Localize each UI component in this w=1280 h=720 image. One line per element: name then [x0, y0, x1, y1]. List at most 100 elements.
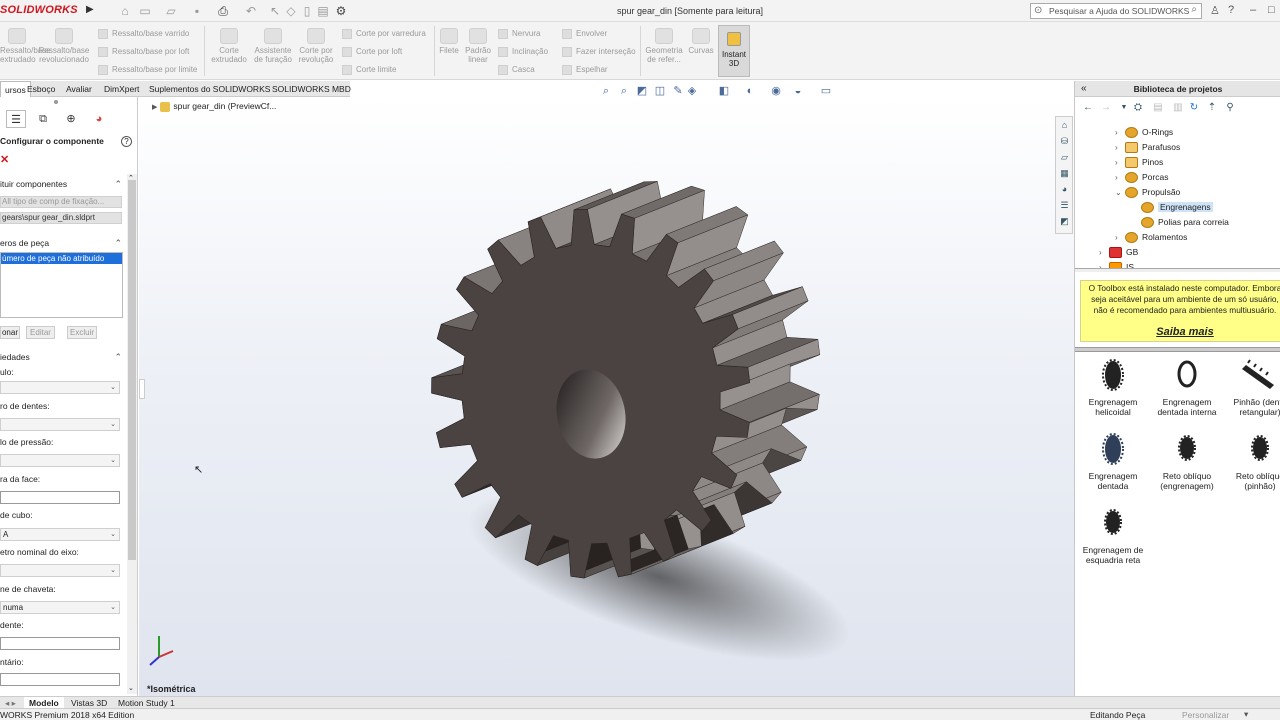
tree-item-is[interactable]: › IS	[1075, 260, 1280, 268]
forward-icon[interactable]: →	[1099, 101, 1113, 115]
library-item-miter-gear[interactable]: Engrenagem de esquadria reta	[1078, 507, 1148, 565]
collapse-pane-icon[interactable]: «	[1081, 81, 1087, 97]
new-document-icon[interactable]: ▭	[138, 4, 152, 18]
open-folder-icon[interactable]: ▱	[164, 4, 178, 18]
restore-icon[interactable]: □	[1268, 4, 1275, 16]
expand-icon[interactable]: ›	[1099, 245, 1109, 260]
zoom-to-fit-icon[interactable]: ⌕	[598, 83, 614, 99]
tree-item-nuts[interactable]: › Porcas	[1075, 170, 1280, 185]
section-header-part-numbers[interactable]: eros de peça ⌃	[0, 236, 126, 250]
minimize-icon[interactable]: –	[1250, 4, 1256, 16]
add-file-location-icon[interactable]: ▤	[1151, 101, 1165, 115]
lofted-boss-button[interactable]: Ressalto/base por loft	[98, 43, 189, 61]
apply-scene-icon[interactable]: ◒	[790, 83, 806, 99]
configuration-manager-icon[interactable]: ⧉	[33, 110, 53, 128]
select-icon[interactable]: ↖	[268, 4, 282, 18]
zoom-area-icon[interactable]: ⌕	[616, 83, 632, 99]
curves-button[interactable]: Curvas	[686, 28, 716, 55]
intersect-button[interactable]: Fazer interseção	[562, 43, 636, 61]
tree-item-screws[interactable]: › Parafusos	[1075, 140, 1280, 155]
module-select[interactable]: ⌄	[0, 381, 120, 394]
section-view-icon[interactable]: ◫	[652, 83, 668, 99]
view-orientation-icon[interactable]: ◈	[684, 83, 700, 99]
library-item-internal-gear[interactable]: Engrenagem dentada interna	[1152, 359, 1222, 417]
user-icon[interactable]: ♙	[1210, 4, 1220, 17]
lofted-cut-button[interactable]: Corte por loft	[342, 43, 402, 61]
resources-home-icon[interactable]: ⌂	[1058, 119, 1071, 132]
save-icon[interactable]: ▪	[190, 4, 204, 18]
graphics-area[interactable]: ↖	[139, 97, 1074, 696]
edit-button[interactable]: Editar	[26, 326, 55, 339]
status-options-icon[interactable]: ▾	[1244, 709, 1248, 720]
tooth-name-input[interactable]	[0, 637, 120, 650]
refresh-icon[interactable]: ↻	[1187, 101, 1201, 115]
draft-button[interactable]: Inclinação	[498, 43, 548, 61]
section-header-properties[interactable]: iedades ⌃	[0, 350, 126, 364]
expand-icon[interactable]: ›	[1115, 140, 1125, 155]
section-header-components[interactable]: ituir componentes ⌃	[0, 177, 126, 191]
boss-revolve-button[interactable]: Ressalto/base revolucionado	[36, 28, 92, 64]
options-gear-icon[interactable]: ⚙	[334, 4, 348, 18]
list-item-selected[interactable]: úmero de peça não atribuído	[1, 253, 122, 264]
tab-addins[interactable]: Suplementos do SOLIDWORKS	[145, 81, 274, 97]
reference-geometry-button[interactable]: Geometria de refer...	[642, 28, 686, 64]
face-width-input[interactable]	[0, 491, 120, 504]
scroll-down-icon[interactable]: ⌄	[128, 684, 134, 692]
design-library-icon[interactable]: ⛁	[1058, 135, 1071, 148]
library-item-rack[interactable]: Pinhão (denta retangular)	[1225, 359, 1280, 417]
view-settings-icon[interactable]: ▭	[818, 83, 834, 99]
learn-more-link[interactable]: Saiba mais	[1080, 326, 1280, 338]
cancel-close-icon[interactable]: ✕	[0, 153, 9, 166]
panel-scrollbar[interactable]: ⌃ ⌄	[127, 174, 137, 694]
hide-show-icon[interactable]: ◐	[742, 83, 758, 99]
keyway-select[interactable]: numa ⌄	[0, 601, 120, 614]
dimxpert-manager-icon[interactable]: ⊕	[61, 110, 81, 128]
teeth-select[interactable]: ⌄	[0, 418, 120, 431]
fillet-button[interactable]: Filete	[436, 28, 462, 55]
comment-input[interactable]	[0, 673, 120, 686]
expand-icon[interactable]: ›	[1099, 260, 1109, 268]
delete-button[interactable]: Excluir	[67, 326, 97, 339]
scrollbar-thumb[interactable]	[128, 180, 136, 560]
fastener-type-field[interactable]: All tipo de comp de fixação...	[0, 196, 122, 208]
pressure-angle-select[interactable]: ⌄	[0, 454, 120, 467]
edit-appearance-icon[interactable]: ◉	[768, 83, 784, 99]
hub-style-select[interactable]: A ⌄	[0, 528, 120, 541]
property-manager-icon[interactable]: ☰	[6, 110, 26, 128]
expand-icon[interactable]: ›	[1115, 155, 1125, 170]
pane-splitter[interactable]	[1075, 347, 1280, 352]
gear-model[interactable]	[139, 97, 1074, 696]
custom-properties-icon[interactable]: ☰	[1058, 199, 1071, 212]
tree-item-gb[interactable]: › GB	[1075, 245, 1280, 260]
tree-item-bearings[interactable]: › Rolamentos	[1075, 230, 1280, 245]
traffic-light-icon[interactable]: ▯	[300, 4, 314, 18]
back-icon[interactable]: ←	[1081, 101, 1095, 115]
wrap-button[interactable]: Envolver	[562, 25, 607, 43]
tab-dimxpert[interactable]: DimXpert	[100, 81, 143, 97]
file-properties-icon[interactable]: ▤	[316, 4, 330, 18]
hole-wizard-button[interactable]: Assistente de furação	[252, 28, 294, 64]
menu-arrow-icon[interactable]: ▶	[86, 4, 96, 18]
view-palette-icon[interactable]: ▦	[1058, 167, 1071, 180]
solidworks-logo[interactable]: SOLIDWORKS	[0, 4, 78, 16]
print-icon[interactable]: ⎙	[216, 4, 230, 18]
extruded-cut-button[interactable]: Corte extrudado	[208, 28, 250, 64]
undo-icon[interactable]: ↶	[244, 4, 258, 18]
tab-mbd[interactable]: SOLIDWORKS MBD	[268, 81, 355, 97]
library-item-spur-gear[interactable]: Engrenagem dentada	[1078, 433, 1148, 491]
expand-arrow-icon[interactable]: ▶	[152, 104, 157, 111]
shell-button[interactable]: Casca	[498, 61, 535, 79]
expand-icon[interactable]: ›	[1115, 170, 1125, 185]
add-to-library-icon[interactable]: ⛭	[1131, 101, 1145, 115]
help-icon[interactable]: ?	[121, 136, 132, 147]
history-dropdown-icon[interactable]: ▼	[1117, 101, 1131, 115]
rib-button[interactable]: Nervura	[498, 25, 540, 43]
file-explorer-icon[interactable]: ▱	[1058, 151, 1071, 164]
instant3d-button[interactable]: Instant 3D	[718, 25, 750, 77]
panel-collapse-handle[interactable]	[139, 379, 145, 399]
part-number-list[interactable]: úmero de peça não atribuído	[0, 252, 123, 318]
tree-item-orings[interactable]: › O-Rings	[1075, 125, 1280, 140]
tree-item-pulleys[interactable]: Polias para correia	[1075, 215, 1280, 230]
display-manager-icon[interactable]: ◕	[89, 110, 109, 128]
boundary-cut-button[interactable]: Corte limite	[342, 61, 396, 79]
